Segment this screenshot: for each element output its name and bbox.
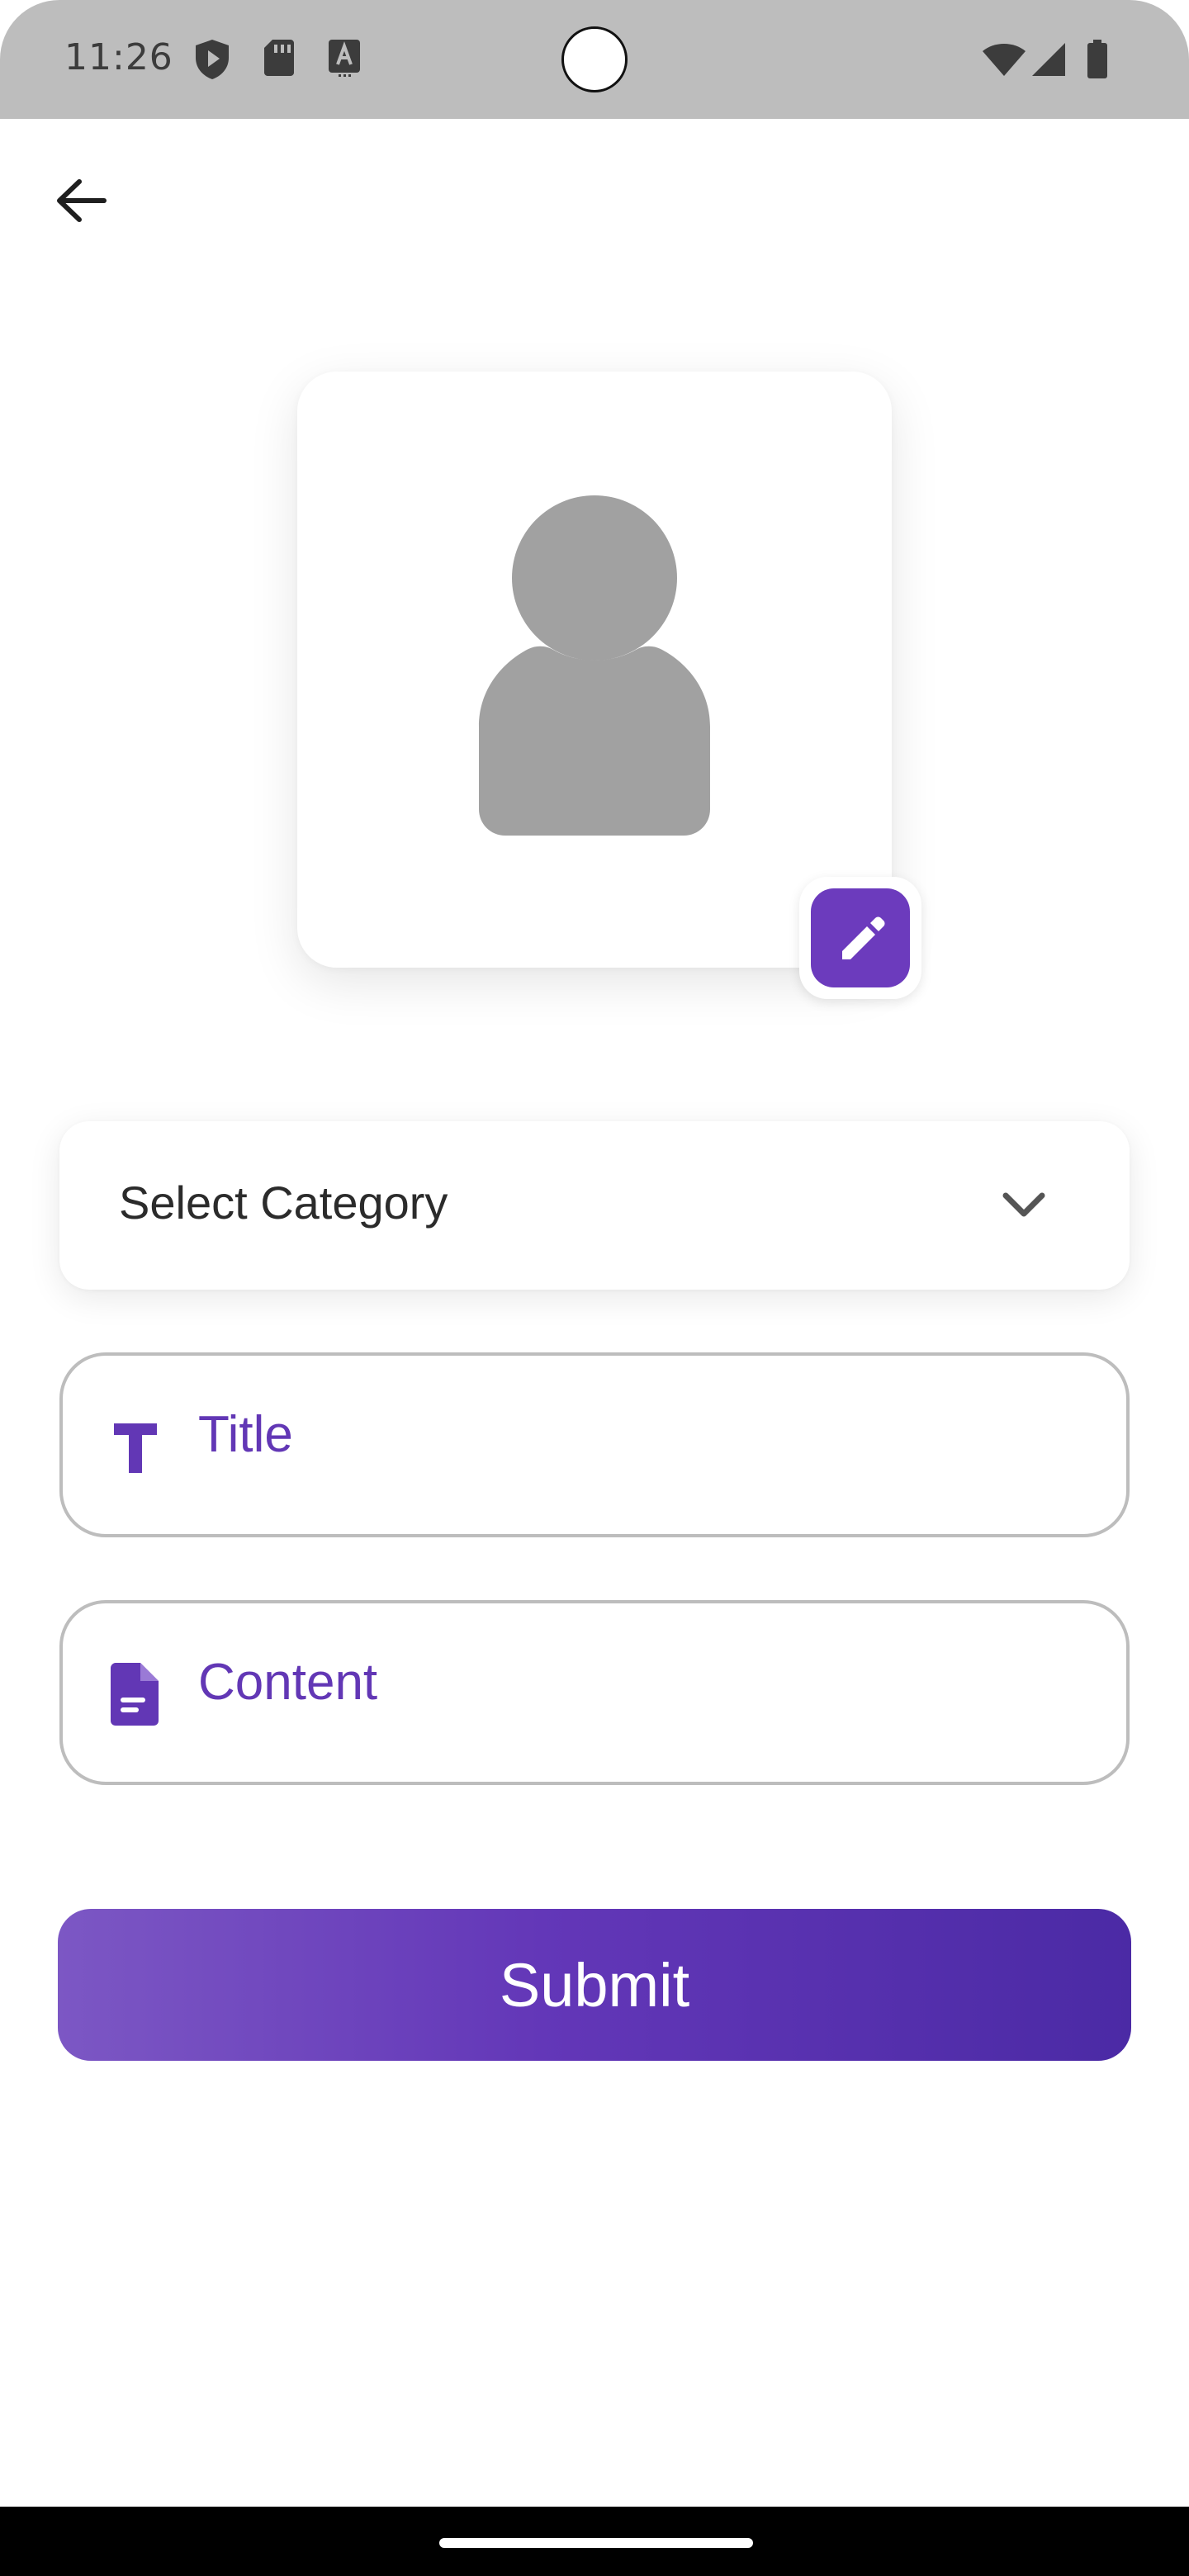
wifi-icon: [981, 41, 1027, 81]
avatar-card[interactable]: [297, 372, 892, 968]
category-select-label: Select Category: [119, 1177, 448, 1229]
title-input[interactable]: Title: [198, 1405, 1024, 1464]
back-button[interactable]: [46, 165, 119, 238]
status-time: 11:26: [64, 36, 173, 78]
person-icon: [446, 495, 743, 845]
chevron-down-icon: [1001, 1186, 1047, 1225]
shield-play-icon: [193, 38, 231, 84]
camera-cutout: [561, 26, 628, 92]
content-field[interactable]: Content: [59, 1600, 1130, 1785]
arrow-left-icon: [46, 179, 119, 241]
navigation-bar: [0, 2507, 1189, 2576]
title-field[interactable]: Title: [59, 1352, 1130, 1537]
content-input[interactable]: Content: [198, 1653, 1024, 1712]
document-icon: [106, 1660, 165, 1732]
signal-icon: [1030, 41, 1067, 81]
sd-card-icon: [263, 38, 296, 81]
keyboard-a-icon: [327, 38, 363, 81]
status-bar: 11:26: [0, 0, 1189, 119]
submit-button[interactable]: Submit: [58, 1909, 1131, 2061]
text-t-icon: [106, 1415, 165, 1485]
edit-avatar-button-fill: [811, 888, 910, 987]
home-handle[interactable]: [439, 2538, 753, 2548]
category-select[interactable]: Select Category: [59, 1121, 1130, 1290]
pencil-icon: [836, 912, 888, 968]
edit-avatar-button[interactable]: [799, 877, 921, 999]
battery-icon: [1087, 40, 1108, 83]
